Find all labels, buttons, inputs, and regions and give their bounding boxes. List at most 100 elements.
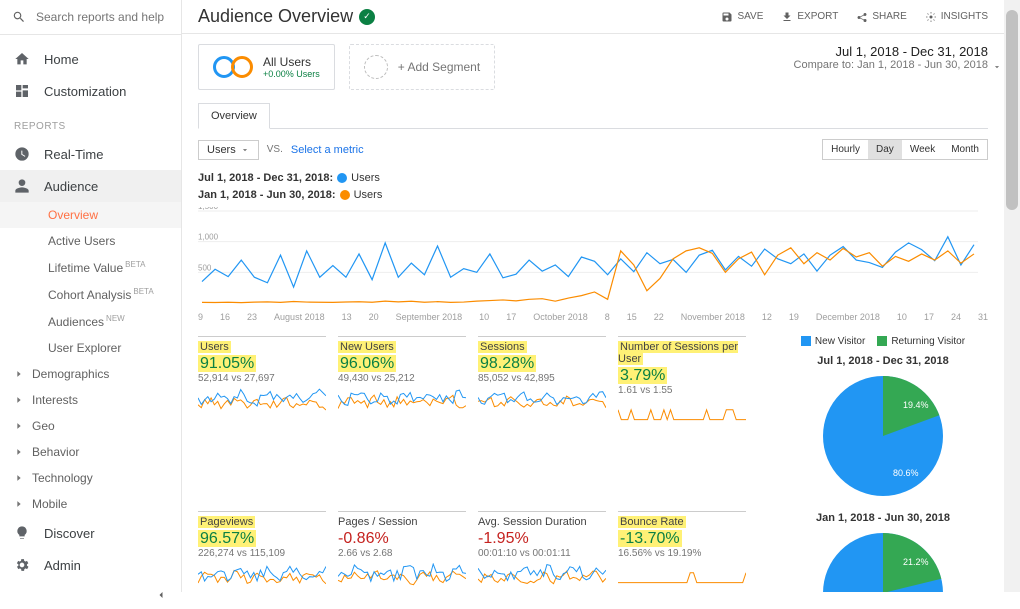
save-icon [721,11,733,23]
nav-home[interactable]: Home [0,43,181,75]
metric-pct: 98.28% [478,355,606,373]
pie-chart-1[interactable]: Jan 1, 2018 - Jun 30, 201821.2%78.8% [778,512,988,592]
nav-realtime[interactable]: Real-Time [0,138,181,170]
metric-name: Bounce Rate [618,516,746,528]
metric-pages-session[interactable]: Pages / Session-0.86%2.66 vs 2.68 [338,511,466,593]
nav-audience-label: Audience [44,179,98,194]
nav-customization[interactable]: Customization [0,75,181,107]
tab-overview[interactable]: Overview [198,103,270,129]
sidebar: Search reports and help Home Customizati… [0,0,182,592]
home-icon [14,51,30,67]
sidebar-group-demographics[interactable]: Demographics [0,361,181,387]
sidebar-audience-active-users[interactable]: Active Users [0,228,181,254]
legend-returning-visitor: Returning Visitor [877,336,965,347]
caret-right-icon [14,499,24,509]
shield-check-icon[interactable]: ✓ [359,9,375,25]
svg-text:19.4%: 19.4% [903,400,929,410]
search-icon [12,10,26,24]
metrics-grid-row: Users91.05%52,914 vs 27,697New Users96.0… [198,336,988,592]
sidebar-audience-lifetime-value[interactable]: Lifetime ValueBETA [0,254,181,281]
metric-selector-row: Users VS. Select a metric Hourly Day Wee… [198,129,988,170]
search-placeholder: Search reports and help [36,10,164,24]
date-compare: Jan 1, 2018 - Jun 30, 2018 [857,59,988,71]
sparkline [618,563,746,591]
scrollbar-thumb[interactable] [1006,10,1018,210]
dot-primary [337,173,347,183]
share-button[interactable]: SHARE [856,11,906,23]
sidebar-group-interests[interactable]: Interests [0,387,181,413]
tab-row: Overview [198,102,988,129]
sidebar-group-mobile[interactable]: Mobile [0,491,181,517]
metric-comparison: 00:01:10 vs 00:01:11 [478,548,606,559]
collapse-sidebar[interactable] [0,581,181,609]
metric-number-of-sessions-per-user[interactable]: Number of Sessions per User3.79%1.61 vs … [618,336,746,499]
scrollbar[interactable] [1004,0,1020,592]
main-chart[interactable]: 1,5001,000500 91623August 20181320Septem… [198,207,988,322]
metric-name: Avg. Session Duration [478,516,606,528]
metric-comparison: 1.61 vs 1.55 [618,385,746,396]
add-segment-ring-icon [364,55,388,79]
sparkline [478,388,606,416]
metric-pct: 96.57% [198,530,326,548]
metric-pct: -0.86% [338,530,466,548]
metrics-grid: Users91.05%52,914 vs 27,697New Users96.0… [198,336,778,592]
gran-hourly[interactable]: Hourly [823,140,868,159]
metric-comparison: 52,914 vs 27,697 [198,373,326,384]
date-range-picker[interactable]: Jul 1, 2018 - Dec 31, 2018 Compare to: J… [794,44,988,90]
segment-all-label: All Users [263,55,320,69]
segment-all-users[interactable]: All Users +0.00% Users [198,44,335,90]
insights-button[interactable]: INSIGHTS [925,11,988,23]
granularity-toggle: Hourly Day Week Month [822,139,988,160]
nav-home-label: Home [44,52,79,67]
lightbulb-icon [14,525,30,541]
sparkline [338,388,466,416]
metric-pct: 3.79% [618,367,746,385]
metric-pageviews[interactable]: Pageviews96.57%226,274 vs 115,109 [198,511,326,593]
export-button[interactable]: EXPORT [781,11,838,23]
nav-audience[interactable]: Audience [0,170,181,202]
nav-admin[interactable]: Admin [0,549,181,581]
customization-icon [14,83,30,99]
gran-month[interactable]: Month [943,140,987,159]
gran-week[interactable]: Week [902,140,943,159]
page-title: Audience Overview ✓ [198,6,375,27]
segment-row: All Users +0.00% Users + Add Segment Jul… [198,44,988,90]
sidebar-audience-user-explorer[interactable]: User Explorer [0,335,181,361]
sidebar-audience-audiences[interactable]: AudiencesNEW [0,308,181,335]
caret-right-icon [14,473,24,483]
gear-icon [14,557,30,573]
line-chart-svg: 1,5001,000500 [198,207,978,307]
metric-sessions[interactable]: Sessions98.28%85,052 vs 42,895 [478,336,606,499]
sidebar-group-geo[interactable]: Geo [0,413,181,439]
share-icon [856,11,868,23]
export-icon [781,11,793,23]
clock-icon [14,146,30,162]
pie-svg: 21.2%78.8% [813,528,953,592]
insights-icon [925,11,937,23]
add-segment[interactable]: + Add Segment [349,44,495,90]
primary-metric-select[interactable]: Users [198,140,259,160]
metric-comparison: 49,430 vs 25,212 [338,373,466,384]
sidebar-audience-overview[interactable]: Overview [0,202,181,228]
metric-users[interactable]: Users91.05%52,914 vs 27,697 [198,336,326,499]
nav-discover[interactable]: Discover [0,517,181,549]
metric-new-users[interactable]: New Users96.06%49,430 vs 25,212 [338,336,466,499]
vs-label: VS. [267,144,283,155]
sidebar-group-behavior[interactable]: Behavior [0,439,181,465]
add-segment-label: + Add Segment [398,60,480,74]
metric-bounce-rate[interactable]: Bounce Rate-13.70%16.56% vs 19.19% [618,511,746,593]
sidebar-group-technology[interactable]: Technology [0,465,181,491]
search-reports[interactable]: Search reports and help [0,0,181,35]
nav-discover-label: Discover [44,526,95,541]
toolbar: SAVE EXPORT SHARE INSIGHTS [721,11,988,23]
sidebar-audience-cohort-analysis[interactable]: Cohort AnalysisBETA [0,281,181,308]
select-metric-link[interactable]: Select a metric [291,144,364,156]
metric-comparison: 16.56% vs 19.19% [618,548,746,559]
pie-chart-0[interactable]: Jul 1, 2018 - Dec 31, 201819.4%80.6% [778,355,988,504]
metric-pct: 96.06% [338,355,466,373]
chevron-down-icon [240,145,250,155]
metric-avg-session-duration[interactable]: Avg. Session Duration-1.95%00:01:10 vs 0… [478,511,606,593]
save-button[interactable]: SAVE [721,11,763,23]
metric-name: Pages / Session [338,516,466,528]
gran-day[interactable]: Day [868,140,902,159]
